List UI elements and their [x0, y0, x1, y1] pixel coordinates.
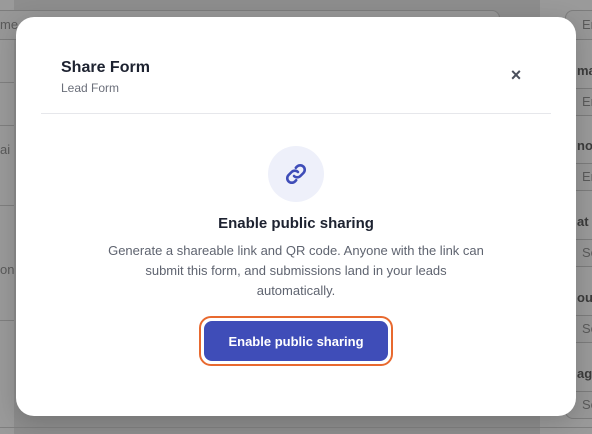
bg-right-label-1: ma	[577, 63, 592, 78]
bg-divider	[0, 125, 14, 126]
bg-right-text-4: Se	[582, 321, 592, 336]
bg-right-text-3: Se	[582, 245, 592, 260]
bg-right-text-1: En	[582, 94, 592, 109]
bg-divider	[0, 82, 14, 83]
bg-left-column	[0, 0, 14, 434]
link-icon-badge	[268, 146, 324, 202]
bg-bottom-divider	[0, 427, 592, 428]
header-divider	[41, 113, 551, 114]
bg-divider	[0, 320, 14, 321]
bg-right-label-3: at	[577, 214, 589, 229]
share-form-modal: Share Form Lead Form × Enable public sha…	[16, 17, 576, 416]
bg-left-text-1: ai	[0, 142, 11, 157]
modal-subtitle: Lead Form	[61, 81, 120, 95]
bg-right-text-2: En	[582, 169, 592, 184]
link-icon	[285, 163, 307, 185]
enable-public-sharing-button[interactable]: Enable public sharing	[204, 321, 388, 361]
bg-right-label-5: ag	[577, 366, 592, 381]
bg-right-label-4: ou	[577, 290, 592, 305]
sharing-description: Generate a shareable link and QR code. A…	[108, 243, 484, 298]
bg-right-text-0: En	[582, 17, 592, 32]
modal-title: Share Form	[61, 59, 150, 76]
sharing-heading: Enable public sharing	[218, 215, 374, 232]
bg-right-label-2: no	[577, 138, 592, 153]
bg-left-text-2: on	[0, 262, 15, 277]
bg-right-text-5: Se	[582, 397, 592, 412]
close-icon: ×	[510, 64, 522, 85]
bg-top-left-text: me	[0, 17, 19, 32]
close-button[interactable]: ×	[504, 63, 528, 87]
bg-divider	[0, 205, 14, 206]
